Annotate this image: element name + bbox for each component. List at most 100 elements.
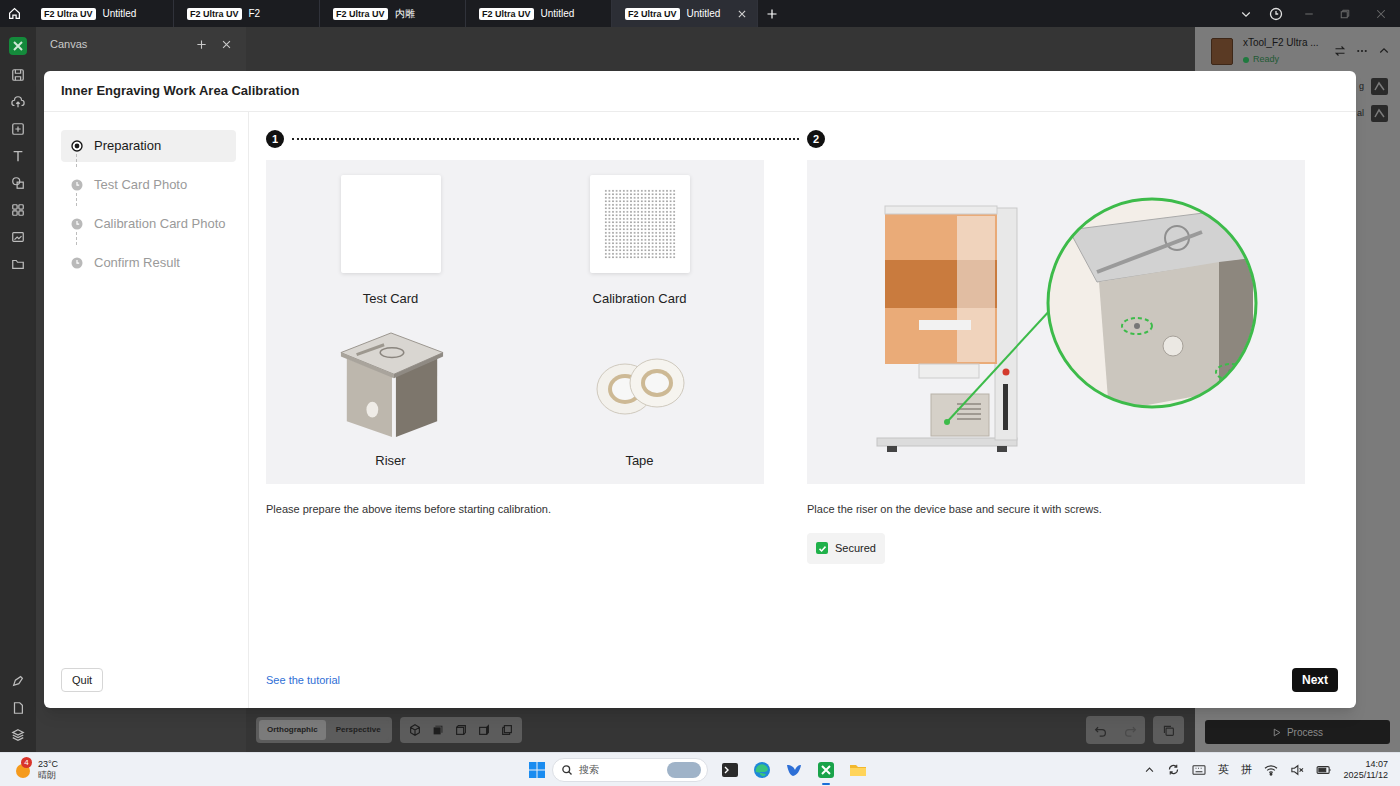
sync-icon[interactable] xyxy=(1167,763,1180,776)
battery-icon[interactable] xyxy=(1316,764,1332,776)
tutorial-link[interactable]: See the tutorial xyxy=(266,672,340,689)
add-icon[interactable] xyxy=(11,122,25,136)
back-view-icon[interactable] xyxy=(500,723,514,737)
folder-icon[interactable] xyxy=(11,257,25,271)
collapse-icon[interactable] xyxy=(1378,45,1390,57)
tab-title: F2 xyxy=(249,6,261,21)
chevron-up-icon[interactable] xyxy=(1144,764,1155,775)
keyboard-icon[interactable] xyxy=(1192,764,1206,776)
layers-icon[interactable] xyxy=(11,728,25,742)
setting-label: g xyxy=(1359,80,1364,94)
taskbar-app[interactable] xyxy=(810,754,842,786)
step-item: Confirm Result xyxy=(61,247,236,279)
plus-icon[interactable] xyxy=(196,39,207,50)
weather-badge: 4 xyxy=(21,757,32,768)
view-mode-button[interactable]: Orthographic xyxy=(259,720,326,740)
tab-title: Untitled xyxy=(687,6,721,21)
dialog-title: Inner Engraving Work Area Calibration xyxy=(61,81,299,101)
tab[interactable]: F2 Ultra UVUntitled xyxy=(466,0,612,27)
items-panel: Test CardCalibration CardRiserTape xyxy=(266,160,764,484)
terminal-icon xyxy=(721,761,739,779)
secured-checkbox[interactable] xyxy=(816,542,828,554)
plus-icon xyxy=(766,8,778,20)
active-indicator xyxy=(790,783,798,785)
chevron-down-icon xyxy=(1240,8,1252,20)
secured-checkbox-row[interactable]: Secured xyxy=(807,533,885,564)
taskbar-app[interactable] xyxy=(714,754,746,786)
prep-item: Calibration Card xyxy=(515,160,764,322)
status-button[interactable] xyxy=(1268,7,1284,21)
image-icon[interactable] xyxy=(11,230,25,244)
device-name[interactable]: xTool_F2 Ultra ... xyxy=(1243,35,1324,50)
search-placeholder: 搜索 xyxy=(579,762,661,777)
tabs-menu-button[interactable] xyxy=(1238,8,1254,20)
save-icon[interactable] xyxy=(11,68,25,82)
tab-badge: F2 Ultra UV xyxy=(41,8,96,20)
pinned-apps xyxy=(714,754,874,786)
switch-icon[interactable] xyxy=(1334,45,1346,57)
active-indicator xyxy=(822,783,830,785)
taskbar-app[interactable] xyxy=(778,754,810,786)
top-view-icon[interactable] xyxy=(454,723,468,737)
taskbar-app[interactable] xyxy=(746,754,778,786)
close-window-button[interactable] xyxy=(1370,8,1392,20)
process-label: Process xyxy=(1287,725,1323,740)
view-toolbar: OrthographicPerspective xyxy=(246,715,1195,745)
weather-widget[interactable]: 4 23°C 晴朗 xyxy=(14,759,58,781)
close-tab-icon[interactable] xyxy=(737,9,747,19)
undo-icon[interactable] xyxy=(1094,724,1107,737)
file-icon[interactable] xyxy=(11,701,25,715)
restore-button[interactable] xyxy=(1334,8,1356,20)
prep-item: Test Card xyxy=(266,160,515,322)
view-buttons xyxy=(400,717,522,743)
tab-title: Untitled xyxy=(103,6,137,21)
home-button[interactable] xyxy=(0,0,28,27)
riser-illustration xyxy=(807,160,1305,484)
redo-icon[interactable] xyxy=(1124,724,1137,737)
home-icon xyxy=(8,7,21,20)
tab[interactable]: F2 Ultra UVUntitled xyxy=(612,0,758,27)
step-number: 1 xyxy=(266,130,284,148)
minimize-button[interactable] xyxy=(1298,8,1320,20)
view-mode-button[interactable]: Perspective xyxy=(328,720,389,740)
process-button[interactable]: Process xyxy=(1205,720,1390,744)
view-mode-switch: OrthographicPerspective xyxy=(256,717,392,743)
minimize-icon xyxy=(1303,8,1315,20)
tab[interactable]: F2 Ultra UVF2 xyxy=(174,0,320,27)
pending-step-icon xyxy=(71,179,83,191)
step-list: PreparationTest Card PhotoCalibration Ca… xyxy=(61,130,231,279)
next-button[interactable]: Next xyxy=(1292,668,1338,692)
clock[interactable]: 14:07 2025/11/12 xyxy=(1344,759,1388,781)
shapes-icon[interactable] xyxy=(11,176,25,190)
upload-icon[interactable] xyxy=(11,95,25,109)
step-content: 12 Test CardCalibration CardRiserTape Pl… xyxy=(249,112,1356,708)
input-language[interactable]: 英 xyxy=(1218,761,1229,778)
edge-icon xyxy=(753,761,771,779)
tab[interactable]: F2 Ultra UV Untitled xyxy=(28,0,174,27)
windows-start-icon[interactable] xyxy=(528,761,546,779)
close-icon[interactable] xyxy=(221,39,232,50)
cube-icon[interactable] xyxy=(408,723,422,737)
tab[interactable]: F2 Ultra UV内雕 xyxy=(320,0,466,27)
dialog-header: Inner Engraving Work Area Calibration xyxy=(44,71,1356,112)
new-tab-button[interactable] xyxy=(758,0,786,27)
xtool-icon xyxy=(817,761,835,779)
front-view-icon[interactable] xyxy=(431,723,445,737)
side-view-icon[interactable] xyxy=(477,723,491,737)
speaker-icon[interactable] xyxy=(1290,764,1304,776)
dialog-footer: See the tutorial Next xyxy=(266,668,1338,692)
wifi-icon[interactable] xyxy=(1264,764,1278,776)
input-mode[interactable]: 拼 xyxy=(1241,761,1252,778)
search-box[interactable]: 搜索 xyxy=(552,758,708,782)
stepper: 12 xyxy=(266,130,1305,148)
close-icon xyxy=(1375,8,1387,20)
pen-icon[interactable] xyxy=(11,674,25,688)
quit-button[interactable]: Quit xyxy=(61,668,103,692)
text-icon[interactable] xyxy=(11,149,25,163)
tool-rail xyxy=(0,27,36,752)
copy-button[interactable] xyxy=(1153,716,1184,744)
taskbar-app[interactable] xyxy=(842,754,874,786)
stepper-line xyxy=(292,138,799,140)
apps-icon[interactable] xyxy=(11,203,25,217)
more-icon[interactable] xyxy=(1356,45,1368,57)
